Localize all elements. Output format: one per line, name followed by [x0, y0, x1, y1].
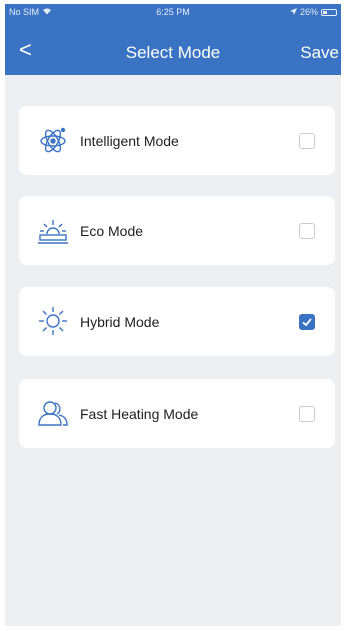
nav-bar: < Select Mode Save [5, 34, 341, 70]
location-arrow-icon [289, 7, 297, 17]
people-icon [37, 397, 69, 429]
mode-label-eco: Eco Mode [80, 223, 144, 239]
checkbox-hybrid[interactable] [299, 314, 315, 330]
mode-card-eco[interactable]: Eco Mode [19, 196, 335, 265]
checkbox-intelligent[interactable] [299, 133, 315, 149]
battery-icon [321, 8, 337, 16]
mode-label-hybrid: Hybrid Mode [80, 314, 160, 330]
mode-card-hybrid[interactable]: Hybrid Mode [19, 287, 335, 356]
checkbox-fast-heating[interactable] [299, 406, 315, 422]
mode-card-intelligent[interactable]: Intelligent Mode [19, 106, 335, 175]
sun-icon [37, 305, 69, 337]
header-bar: No SIM 6:25 PM 26% < Select Mode Save [5, 4, 341, 75]
page-title: Select Mode [125, 43, 221, 62]
screen: No SIM 6:25 PM 26% < Select Mode Save In… [0, 0, 345, 631]
mode-list: Intelligent Mode Eco Mode Hybrid Mode Fa… [5, 75, 341, 626]
save-button[interactable]: Save [300, 43, 339, 63]
mode-label-fast-heating: Fast Heating Mode [80, 406, 199, 422]
status-bar: No SIM 6:25 PM 26% [5, 4, 341, 22]
battery-percent: 26% [299, 7, 318, 17]
mode-label-intelligent: Intelligent Mode [80, 133, 179, 149]
eco-sun-icon [37, 214, 69, 246]
status-right: 26% [289, 7, 337, 17]
checkbox-eco[interactable] [299, 223, 315, 239]
atom-icon [37, 124, 69, 156]
checkmark-icon [302, 318, 312, 327]
mode-card-fast-heating[interactable]: Fast Heating Mode [19, 379, 335, 448]
